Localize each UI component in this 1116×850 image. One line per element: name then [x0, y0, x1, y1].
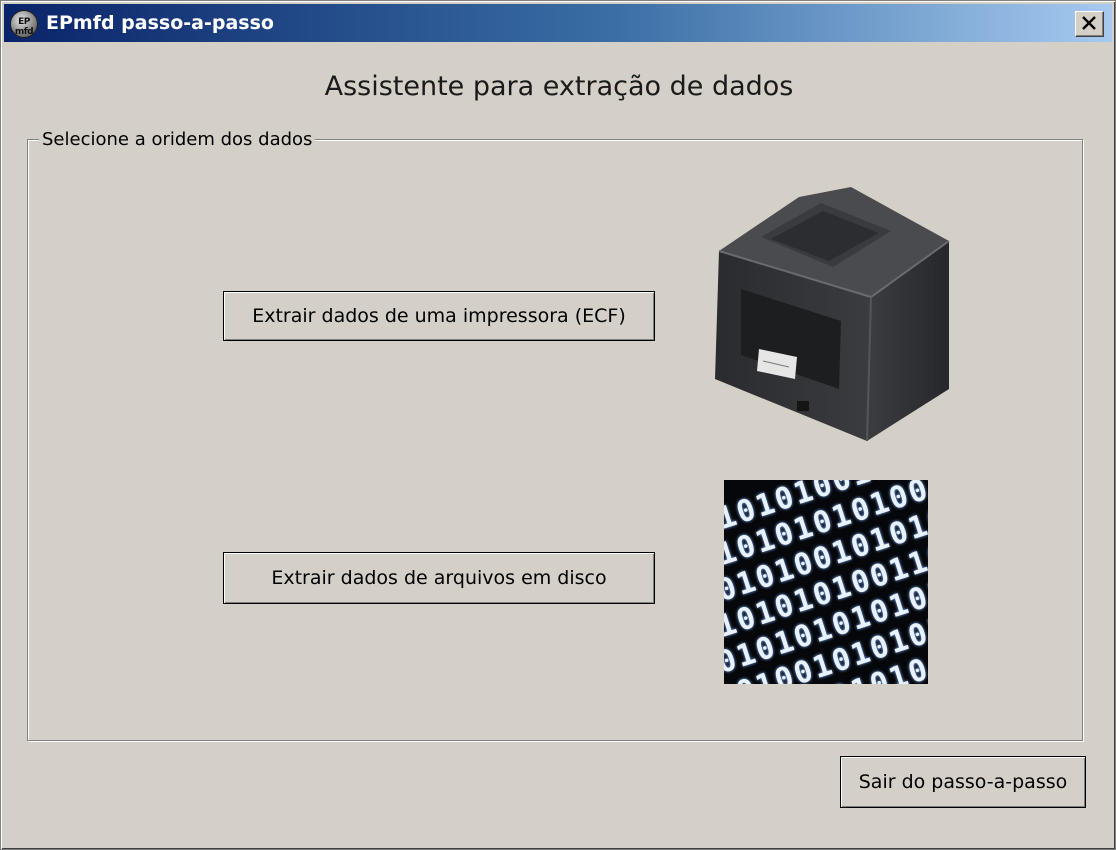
page-heading: Assistente para extração de dados	[324, 71, 794, 102]
window-title: EPmfd passo-a-passo	[46, 12, 274, 34]
wizard-window: EP mfd EPmfd passo-a-passo Assistente pa…	[0, 0, 1116, 850]
binary-data-image: 010101001010 1101010101001 1010100101010…	[724, 480, 928, 684]
app-logo-text: EP mfd	[14, 17, 34, 37]
title-bar[interactable]: EP mfd EPmfd passo-a-passo	[4, 4, 1112, 42]
close-icon	[1082, 16, 1096, 30]
exit-wizard-button[interactable]: Sair do passo-a-passo	[840, 756, 1086, 808]
app-logo-icon[interactable]: EP mfd	[10, 10, 38, 38]
close-button[interactable]	[1075, 11, 1104, 37]
extract-from-disk-button[interactable]: Extrair dados de arquivos em disco	[223, 552, 655, 604]
group-label: Selecione a oridem dos dados	[39, 129, 316, 150]
extract-from-printer-button[interactable]: Extrair dados de uma impressora (ECF)	[223, 291, 655, 341]
printer-image	[715, 187, 950, 442]
